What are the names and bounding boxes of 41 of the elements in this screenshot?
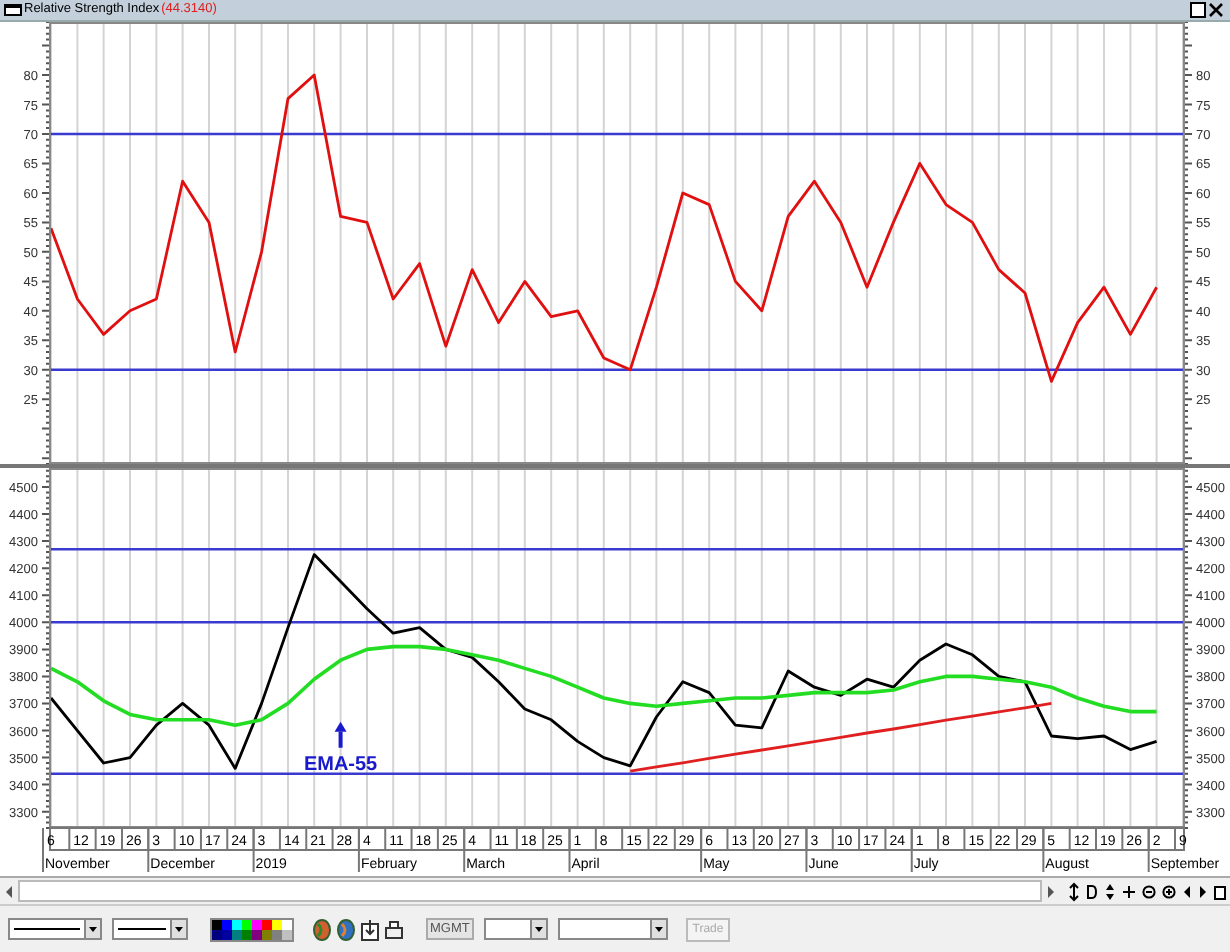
scroll-back-icon[interactable]	[1182, 881, 1192, 901]
color-swatch[interactable]	[232, 929, 242, 939]
caret-icon[interactable]	[530, 920, 546, 938]
caret-icon[interactable]	[84, 920, 100, 938]
download-icon[interactable]	[360, 917, 380, 941]
color-swatch[interactable]	[232, 919, 242, 929]
color-swatch[interactable]	[262, 919, 272, 929]
vertical-zoom-icon[interactable]	[1068, 881, 1080, 901]
zoom-in-icon[interactable]	[1162, 881, 1176, 901]
window-icon[interactable]	[1214, 881, 1226, 901]
color-swatch[interactable]	[212, 929, 222, 939]
vertical-move-icon[interactable]	[1104, 881, 1116, 901]
globe-icon[interactable]	[312, 917, 332, 941]
d-icon[interactable]	[1086, 881, 1098, 901]
line-style-dropdown[interactable]	[8, 918, 102, 940]
color-swatch[interactable]	[222, 919, 232, 929]
close-icon[interactable]	[1208, 2, 1224, 18]
printer-icon[interactable]	[384, 917, 404, 941]
series-label: EMA-55	[303, 753, 378, 776]
line-width-dropdown[interactable]	[112, 918, 188, 940]
scroll-forward-icon[interactable]	[1198, 881, 1208, 901]
color-swatch[interactable]	[242, 929, 252, 939]
caret-icon[interactable]	[650, 920, 666, 938]
color-swatch[interactable]	[282, 929, 292, 939]
globe-icon[interactable]	[336, 917, 356, 941]
caret-icon[interactable]	[170, 920, 186, 938]
maximize-icon[interactable]	[1190, 2, 1206, 18]
color-swatch[interactable]	[282, 919, 292, 929]
arrow	[334, 721, 347, 748]
color-swatch[interactable]	[242, 919, 252, 929]
zoom-out-icon[interactable]	[1142, 881, 1156, 901]
plus-icon[interactable]	[1122, 881, 1136, 901]
horizontal-scrollbar[interactable]	[0, 876, 1230, 904]
color-swatch[interactable]	[222, 929, 232, 939]
color-swatch[interactable]	[272, 919, 282, 929]
window-icon	[4, 4, 22, 16]
color-swatch[interactable]	[252, 929, 262, 939]
color-swatch[interactable]	[252, 919, 262, 929]
color-swatch[interactable]	[212, 919, 222, 929]
color-swatch[interactable]	[272, 929, 282, 939]
color-swatch[interactable]	[262, 929, 272, 939]
